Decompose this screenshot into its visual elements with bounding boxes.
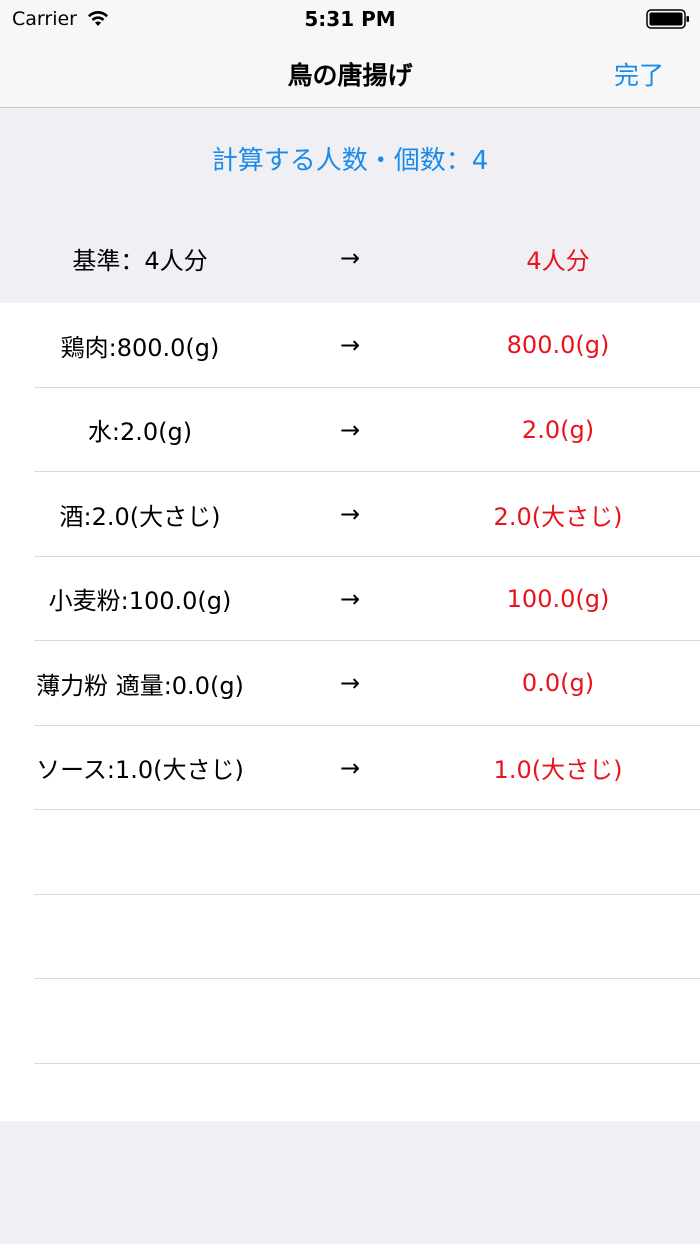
arrow-icon: → <box>339 415 361 444</box>
ingredient-table[interactable]: 鶏肉:800.0(g) → 800.0(g) 水:2.0(g) → 2.0(g)… <box>0 303 700 1121</box>
original-amount: 小麦粉:100.0(g) <box>48 587 232 616</box>
converted-amount: 800.0(g) <box>506 331 610 360</box>
row-divider <box>34 1062 700 1064</box>
screen: Carrier 5:31 PM 鳥の唐揚げ 完了 計算する人数・個数：4 基準：… <box>0 0 700 1244</box>
converted-serving-label: 4人分 <box>526 246 590 275</box>
clock: 5:31 PM <box>304 7 396 31</box>
navigation-bar: 鳥の唐揚げ 完了 <box>0 40 700 108</box>
empty-row <box>0 895 700 979</box>
table-row: ソース:1.0(大さじ) → 1.0(大さじ) <box>0 726 700 810</box>
converted-amount: 100.0(g) <box>506 584 610 613</box>
table-row: 薄力粉 適量:0.0(g) → 0.0(g) <box>0 641 700 726</box>
original-amount: 水:2.0(g) <box>87 418 193 447</box>
table-row: 小麦粉:100.0(g) → 100.0(g) <box>0 557 700 641</box>
empty-row <box>0 810 700 895</box>
converted-amount: 2.0(g) <box>521 415 595 444</box>
arrow-icon: → <box>339 244 361 272</box>
converted-amount: 2.0(大さじ) <box>493 502 623 531</box>
arrow-icon: → <box>339 331 361 360</box>
arrow-icon: → <box>339 584 361 613</box>
converted-amount: 1.0(大さじ) <box>493 756 623 785</box>
original-amount: ソース:1.0(大さじ) <box>36 756 244 785</box>
battery-icon <box>646 9 689 29</box>
empty-row <box>0 979 700 1064</box>
base-serving-label: 基準：4人分 <box>72 246 208 275</box>
base-serving-row: 基準：4人分 → 4人分 <box>0 213 700 303</box>
original-amount: 酒:2.0(大さじ) <box>59 502 221 531</box>
table-row: 水:2.0(g) → 2.0(g) <box>0 388 700 472</box>
original-amount: 薄力粉 適量:0.0(g) <box>36 671 244 700</box>
original-amount: 鶏肉:800.0(g) <box>60 333 220 362</box>
arrow-icon: → <box>339 500 361 529</box>
status-bar: Carrier 5:31 PM <box>0 0 700 40</box>
arrow-icon: → <box>339 753 361 782</box>
table-row: 鶏肉:800.0(g) → 800.0(g) <box>0 303 700 388</box>
converted-amount: 0.0(g) <box>521 669 595 698</box>
done-button[interactable]: 完了 <box>614 56 664 92</box>
page-title: 鳥の唐揚げ <box>287 61 413 90</box>
serving-count-button[interactable]: 計算する人数・個数：4 <box>0 140 700 177</box>
arrow-icon: → <box>339 669 361 698</box>
table-row: 酒:2.0(大さじ) → 2.0(大さじ) <box>0 472 700 557</box>
